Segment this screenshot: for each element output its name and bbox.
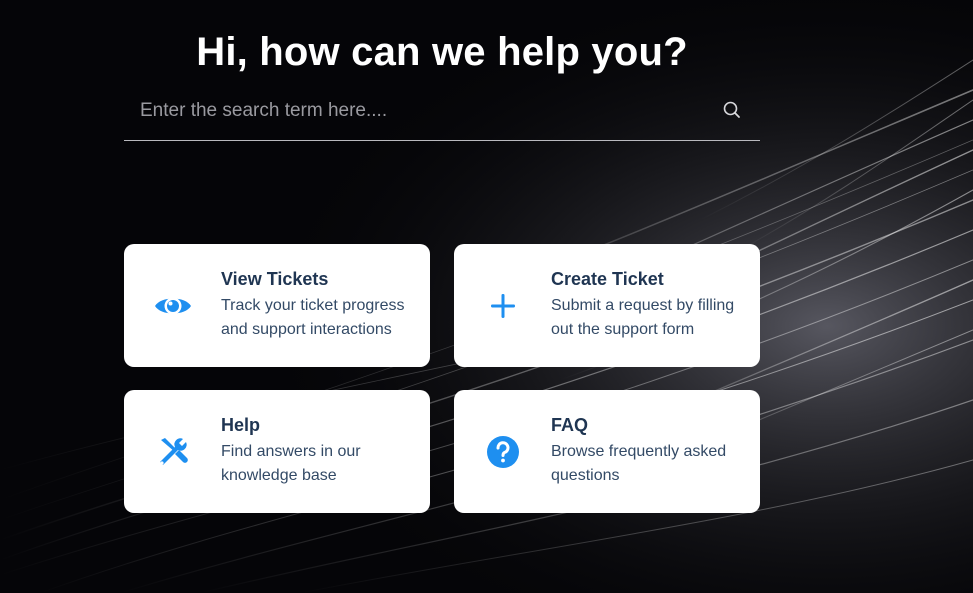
card-description: Track your ticket progress and support i…	[221, 297, 405, 338]
card-description: Find answers in our knowledge base	[221, 443, 361, 484]
page-title: Hi, how can we help you?	[196, 30, 688, 74]
plus-icon	[483, 286, 523, 326]
card-description: Browse frequently asked questions	[551, 443, 727, 484]
search-input[interactable]	[124, 86, 720, 136]
help-card[interactable]: Help Find answers in our knowledge base	[124, 390, 430, 513]
create-ticket-card[interactable]: Create Ticket Submit a request by fillin…	[454, 244, 760, 367]
search-bar	[124, 86, 760, 141]
faq-card[interactable]: FAQ Browse frequently asked questions	[454, 390, 760, 513]
eye-icon	[153, 286, 193, 326]
card-title: FAQ	[551, 415, 589, 435]
card-title: Create Ticket	[551, 269, 664, 289]
card-title: Help	[221, 415, 261, 435]
search-icon[interactable]	[720, 98, 744, 122]
card-title: View Tickets	[221, 269, 329, 289]
view-tickets-card[interactable]: View Tickets Track your ticket progress …	[124, 244, 430, 367]
question-circle-icon	[483, 432, 523, 472]
card-description: Submit a request by filling out the supp…	[551, 297, 735, 338]
tools-icon	[153, 432, 193, 472]
help-center-page: Hi, how can we help you? View Tickets Tr…	[0, 0, 973, 593]
